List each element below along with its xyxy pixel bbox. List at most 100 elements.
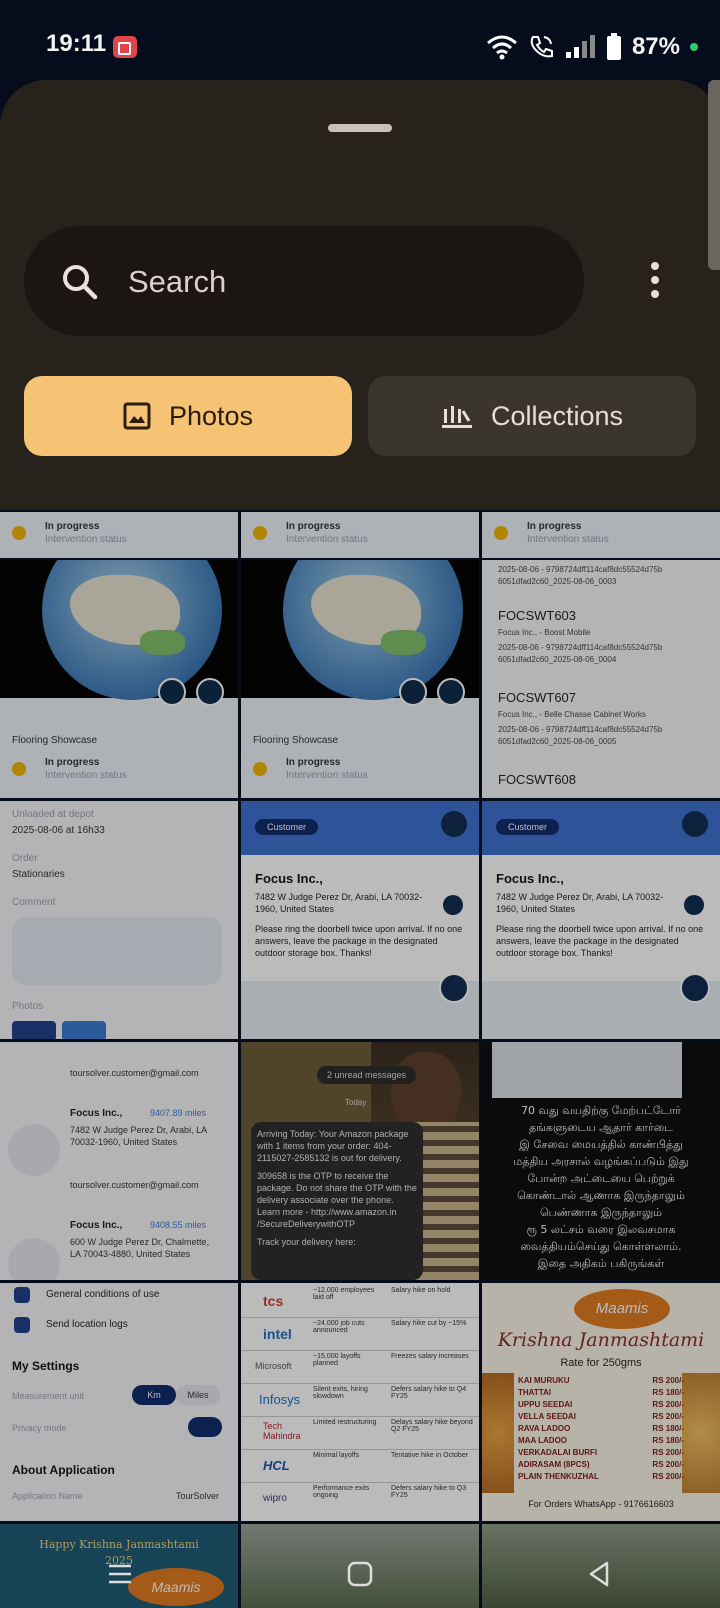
price-row: MAA LADOO RS 180/- [518, 1436, 684, 1445]
more-options-icon[interactable] [650, 262, 660, 302]
table-cell: Salary hike cut by ~15% [391, 1320, 467, 1327]
directions-icon [196, 678, 224, 706]
company-logo: Infosys [259, 1392, 301, 1407]
company-logo: intel [263, 1326, 292, 1342]
job-company: Focus Inc., - Belle Chasse Cabinet Works [498, 710, 646, 719]
signal-icon [565, 35, 595, 58]
table-row: Infosys Silent exits, hiring slowdown Defe… [241, 1384, 479, 1417]
tamil-line: வைத்தியம்செய்து கொள்ளலாம். [520, 1240, 682, 1253]
poster-title: Krishna Janmashtami [497, 1329, 705, 1351]
app-name: TourSolver [176, 1491, 220, 1501]
field-value: 2025-08-06 at 16h33 [12, 825, 105, 836]
customer-email: toursolver.customer@gmail.com [70, 1068, 199, 1078]
mail-icon [158, 678, 186, 706]
drag-handle[interactable] [328, 124, 392, 132]
layoffs-table: tcs ~12,000 employees laid off Salary hike… [241, 1285, 479, 1516]
call-icon [530, 36, 553, 58]
stop-address: 7482 W Judge Perez Dr, Arabi, LA 70032-1… [70, 1125, 207, 1147]
search-bar[interactable]: Search [24, 226, 584, 336]
table-cell: Defers salary hike to Q3 FY25 [391, 1485, 467, 1499]
photo-thumbnail[interactable]: In progress Intervention status [0, 512, 238, 558]
home-icon[interactable] [345, 1559, 375, 1589]
settings-row: Send location logs [46, 1319, 128, 1330]
company-logo: HCL [263, 1458, 290, 1473]
privacy-toggle [188, 1417, 222, 1437]
back-icon[interactable] [585, 1559, 615, 1589]
tamil-line: போன்ற அட்டையை பெற்றுக் [527, 1172, 675, 1185]
setting-label: Application Name [12, 1491, 83, 1501]
company-logo: wipro [263, 1493, 287, 1504]
status-bar: 19:11 87% [0, 0, 720, 80]
directions-icon [437, 678, 465, 706]
customer-address: 7482 W Judge Perez Dr, Arabi, LA 70032-1… [255, 892, 423, 914]
sms-message: 309658 is the OTP to receive the package… [257, 1171, 417, 1229]
company-logo: tcs [263, 1293, 284, 1309]
stop-name: Focus Inc., [70, 1220, 123, 1231]
table-cell: Silent exits, hiring slowdown [313, 1386, 368, 1400]
table-row: wipro Performance exits ongoing Defers sal… [241, 1483, 479, 1516]
recents-icon[interactable] [105, 1561, 135, 1587]
table-cell: ~12,000 employees laid off [313, 1287, 375, 1301]
field-label: Order [12, 853, 38, 864]
table-row: Microsoft ~15,000 layoffs planned Freezes … [241, 1351, 479, 1384]
table-row: intel ~24,000 job cuts announced Salary hi… [241, 1318, 479, 1351]
photo-thumbnail[interactable]: Maamis Krishna Janmashtami Rate for 250g… [482, 1283, 720, 1521]
field-label: Photos [12, 1001, 44, 1012]
privacy-dot [690, 43, 698, 51]
tab-collections[interactable]: Collections [368, 376, 696, 456]
status-dot [12, 762, 26, 776]
tamil-text-block: 70 வது வயதிற்கு மேற்பட்டோர் தங்களுடைய ஆத… [486, 1102, 716, 1272]
tamil-line: பெண்ணாக இருந்தாலும் [539, 1206, 663, 1219]
sweets-image [682, 1373, 720, 1493]
photo-thumbnail[interactable]: Customer Focus Inc., 7482 W Judge Perez … [482, 801, 720, 1039]
photo-thumbnail[interactable]: toursolver.customer@gmail.com Focus Inc.… [0, 1042, 238, 1280]
status-text: In progress [286, 757, 341, 768]
edit-icon [682, 811, 708, 837]
table-cell: Defers salary hike to Q4 FY25 [391, 1386, 467, 1400]
job-code: FOCSWT603 [498, 608, 577, 623]
photo-thumbnail[interactable]: Flooring Showcase In progress Interventi… [241, 560, 479, 798]
job-company: Focus Inc., - Boost Mobile [498, 628, 591, 637]
tab-photos[interactable]: Photos [24, 376, 352, 456]
table-row: HCL Minimal layoffs Tentative hike in Octo… [241, 1450, 479, 1483]
poster-footer: For Orders WhatsApp - 9176616603 [528, 1499, 674, 1509]
search-doc-icon [14, 1287, 30, 1303]
photo-thumbnail[interactable]: 70 வது வயதிற்கு மேற்பட்டோர் தங்களுடைய ஆத… [482, 1042, 720, 1280]
status-sub: Intervention status [45, 770, 127, 781]
tab-photos-label: Photos [168, 400, 254, 431]
company-logo: Microsoft [255, 1361, 292, 1371]
tab-collections-label: Collections [490, 400, 624, 431]
stop-address: 600 W Judge Perez Dr, Chalmette, LA 7004… [70, 1237, 210, 1259]
tamil-line: தங்களுடைய ஆதார் கார்டை [529, 1121, 673, 1134]
tamil-line: மத்திய அரசால் வழங்கப்படும் இது [513, 1155, 689, 1168]
battery-icon [606, 33, 621, 60]
company-logo: Tech Mahindra [263, 1421, 301, 1441]
table-row: tcs ~12,000 employees laid off Salary hike… [241, 1285, 479, 1318]
customer-badge: Customer [496, 819, 560, 835]
photo-thumbnail[interactable]: 2 unread messages Today Arriving Today: … [241, 1042, 479, 1280]
status-dot [494, 526, 508, 540]
photo-thumbnail[interactable]: In progress Intervention status [482, 512, 720, 558]
status-sub: Intervention status [45, 534, 127, 545]
table-cell: ~15,000 layoffs planned [313, 1353, 361, 1367]
photo-thumbnail[interactable]: Flooring Showcase In progress Interventi… [0, 560, 238, 798]
map-globe [0, 560, 238, 700]
photo-thumbnail[interactable]: 2025-08-06 - 9798724dff114caf8dc55524d75… [482, 560, 720, 798]
photo-thumbnail[interactable]: tcs ~12,000 employees laid off Salary hike… [241, 1283, 479, 1521]
photo-thumbnail[interactable]: In progress Intervention status [241, 512, 479, 558]
photo-thumbnail[interactable]: Unloaded at depot 2025-08-06 at 16h33 Or… [0, 801, 238, 1039]
status-icons: 87% [486, 30, 698, 64]
photo-thumbnail[interactable]: Customer Focus Inc., 7482 W Judge Perez … [241, 801, 479, 1039]
table-cell: Minimal layoffs [313, 1452, 360, 1459]
job-code: FOCSWT608 [498, 772, 577, 787]
wifi-icon [486, 35, 517, 60]
tamil-line: இ சேவை மையத்தில் காண்பித்து [519, 1138, 683, 1151]
scrollbar[interactable] [708, 80, 720, 270]
photo-thumbnail[interactable]: General conditions of use Send location … [0, 1283, 238, 1521]
status-dot [12, 526, 26, 540]
price-row: ADIRASAM (8PCS) RS 200/- [518, 1460, 684, 1469]
sms-bubble: Arriving Today: Your Amazon package with… [251, 1122, 423, 1280]
table-cell: Salary hike on hold [391, 1287, 451, 1294]
section-heading: My Settings [12, 1359, 80, 1373]
stop-distance: 9407.89 miles [150, 1108, 207, 1118]
